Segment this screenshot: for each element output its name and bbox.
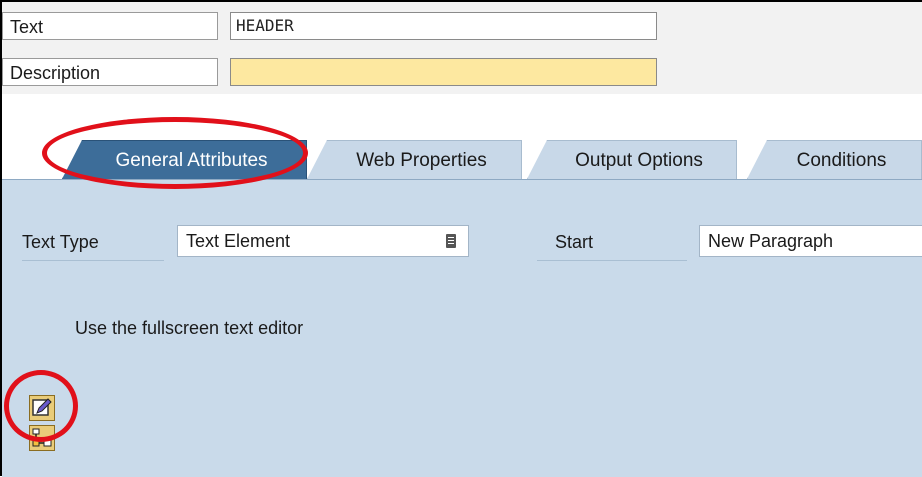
- window-frame: Text HEADER Description General Attribut…: [0, 0, 922, 477]
- description-field[interactable]: [230, 58, 657, 86]
- text-type-divider: [22, 260, 164, 261]
- structure-button[interactable]: [29, 425, 55, 451]
- text-type-value: Text Element: [186, 231, 291, 251]
- header-fields: Text HEADER Description: [2, 2, 922, 94]
- text-type-label: Text Type: [22, 232, 99, 252]
- tab-output-options[interactable]: Output Options: [527, 140, 737, 179]
- dropdown-list-icon[interactable]: [446, 234, 456, 248]
- text-type-select[interactable]: Text Element: [177, 225, 469, 257]
- start-label: Start: [555, 232, 594, 252]
- tab-strip: General Attributes Web Properties Output…: [22, 140, 922, 180]
- layout-tree-icon: [32, 428, 52, 447]
- tab-conditions[interactable]: Conditions: [747, 140, 922, 179]
- text-field[interactable]: HEADER: [230, 12, 657, 40]
- description-label: Description: [2, 58, 218, 86]
- start-field[interactable]: New Paragraph: [699, 225, 922, 257]
- pencil-edit-icon: [32, 398, 52, 416]
- tab-general-attributes[interactable]: General Attributes: [62, 140, 307, 179]
- fullscreen-editor-button[interactable]: [29, 395, 55, 421]
- text-label: Text: [2, 12, 218, 40]
- start-divider: [537, 260, 687, 261]
- general-attributes-panel: Text Type Text Element Start New Paragra…: [2, 179, 922, 477]
- editor-hint: Use the fullscreen text editor: [75, 318, 304, 338]
- tab-web-properties[interactable]: Web Properties: [307, 140, 522, 179]
